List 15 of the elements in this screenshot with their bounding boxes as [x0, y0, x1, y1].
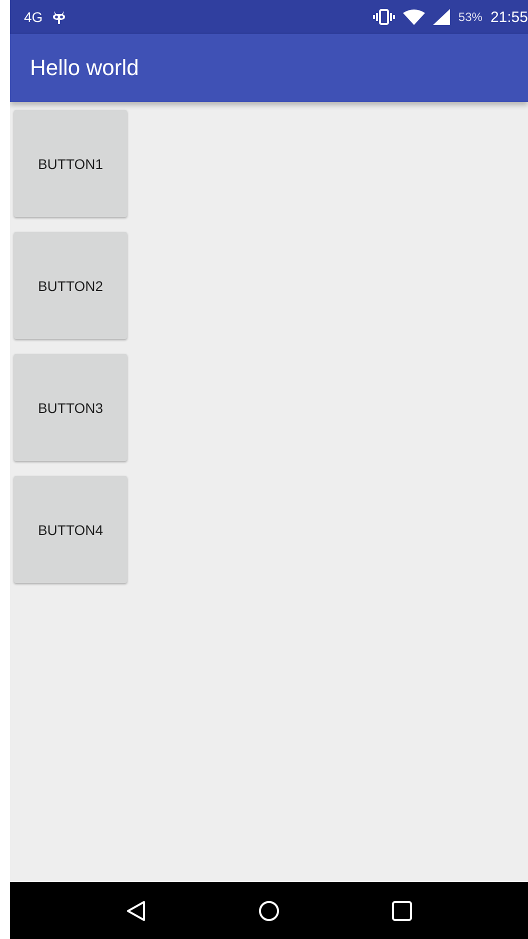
network-type: 4G [24, 9, 43, 25]
action-button[interactable]: BUTTON4 [14, 476, 127, 583]
action-button[interactable]: BUTTON1 [14, 110, 127, 217]
wifi-icon [403, 9, 426, 25]
home-icon[interactable] [258, 900, 280, 922]
clock-time: 21:55 [490, 8, 528, 26]
signal-icon [433, 9, 450, 25]
action-button[interactable]: BUTTON2 [14, 232, 127, 339]
vibrate-icon [373, 9, 396, 25]
robot-icon [50, 9, 67, 25]
back-icon[interactable] [126, 900, 146, 922]
battery-percent: 53% [458, 10, 482, 24]
action-button[interactable]: BUTTON3 [14, 354, 127, 461]
app-title: Hello world [30, 55, 139, 81]
recents-icon[interactable] [392, 900, 412, 920]
